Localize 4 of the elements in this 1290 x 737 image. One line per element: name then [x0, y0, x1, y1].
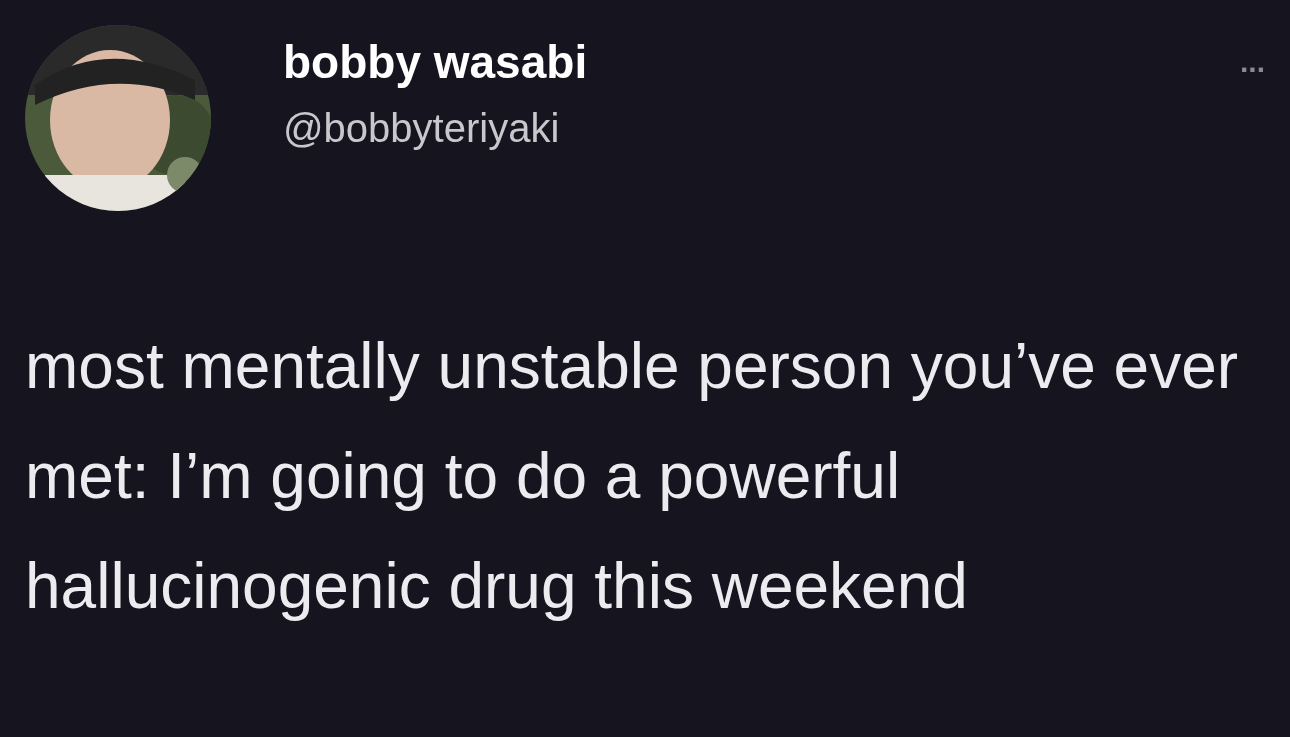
tweet-text: most mentally unstable person you’ve ever met: I’m going to do a powerful hallucinogenic drug this weekend: [25, 329, 1240, 624]
more-button[interactable]: ...: [1240, 47, 1265, 77]
author-name: bobby wasabi: [283, 37, 588, 87]
author-handle: @bobbyteriyaki: [283, 105, 561, 151]
